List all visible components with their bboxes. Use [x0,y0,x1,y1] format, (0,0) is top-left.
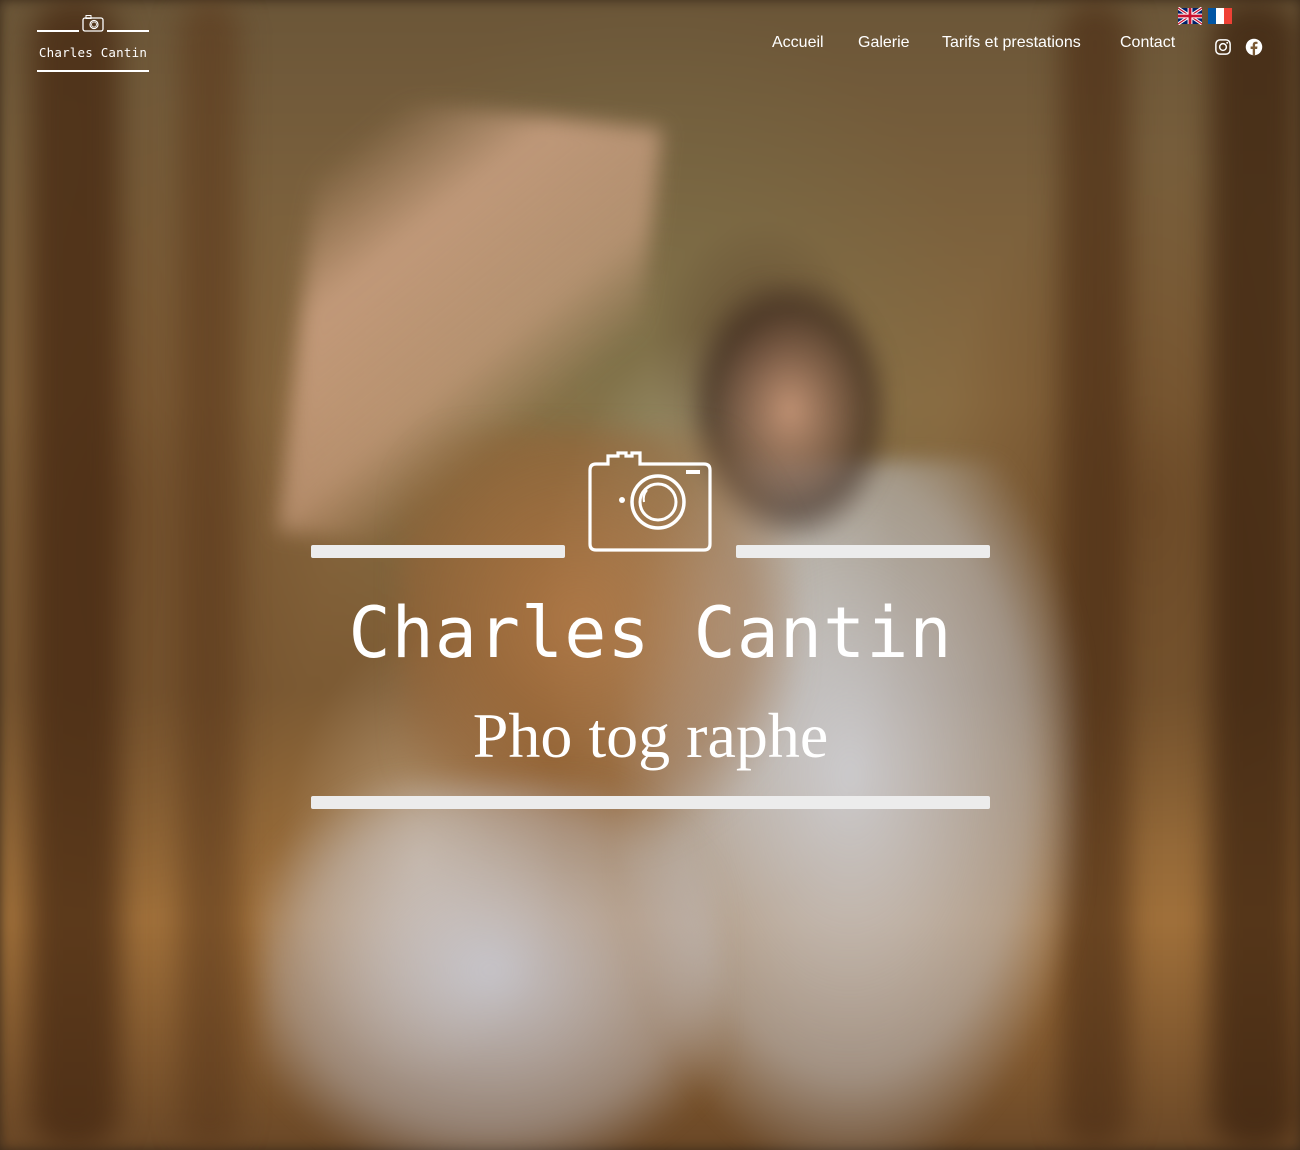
nav-item-contact[interactable]: Contact [1120,34,1175,52]
french-flag-icon[interactable] [1208,7,1232,25]
hero-subtitle: Pho tog raphe [472,700,829,771]
divider-bar [311,545,565,558]
logo-line [107,30,149,32]
logo-line [37,70,149,72]
facebook-icon[interactable] [1245,38,1263,56]
camera-icon [82,15,104,32]
tree-trunk [30,0,120,1150]
tree-trunk [180,0,240,1150]
logo-line [37,30,79,32]
nav-item-galerie[interactable]: Galerie [858,34,910,52]
instagram-icon[interactable] [1214,38,1232,56]
divider-bar [311,796,990,809]
site-logo[interactable]: Charles Cantin [37,14,149,76]
logo-text: Charles Cantin [38,45,148,60]
tree-trunk [1210,0,1300,1150]
divider-bar [736,545,990,558]
photo-woman [260,780,720,1150]
english-flag-icon[interactable] [1178,7,1202,25]
nav-item-accueil[interactable]: Accueil [772,34,824,52]
page: Charles Cantin Accueil Galerie Tarifs et… [0,0,1300,1150]
camera-icon [588,451,712,552]
nav-item-tarifs[interactable]: Tarifs et prestations [942,34,1081,52]
hero-title: Charles Cantin [348,592,953,674]
